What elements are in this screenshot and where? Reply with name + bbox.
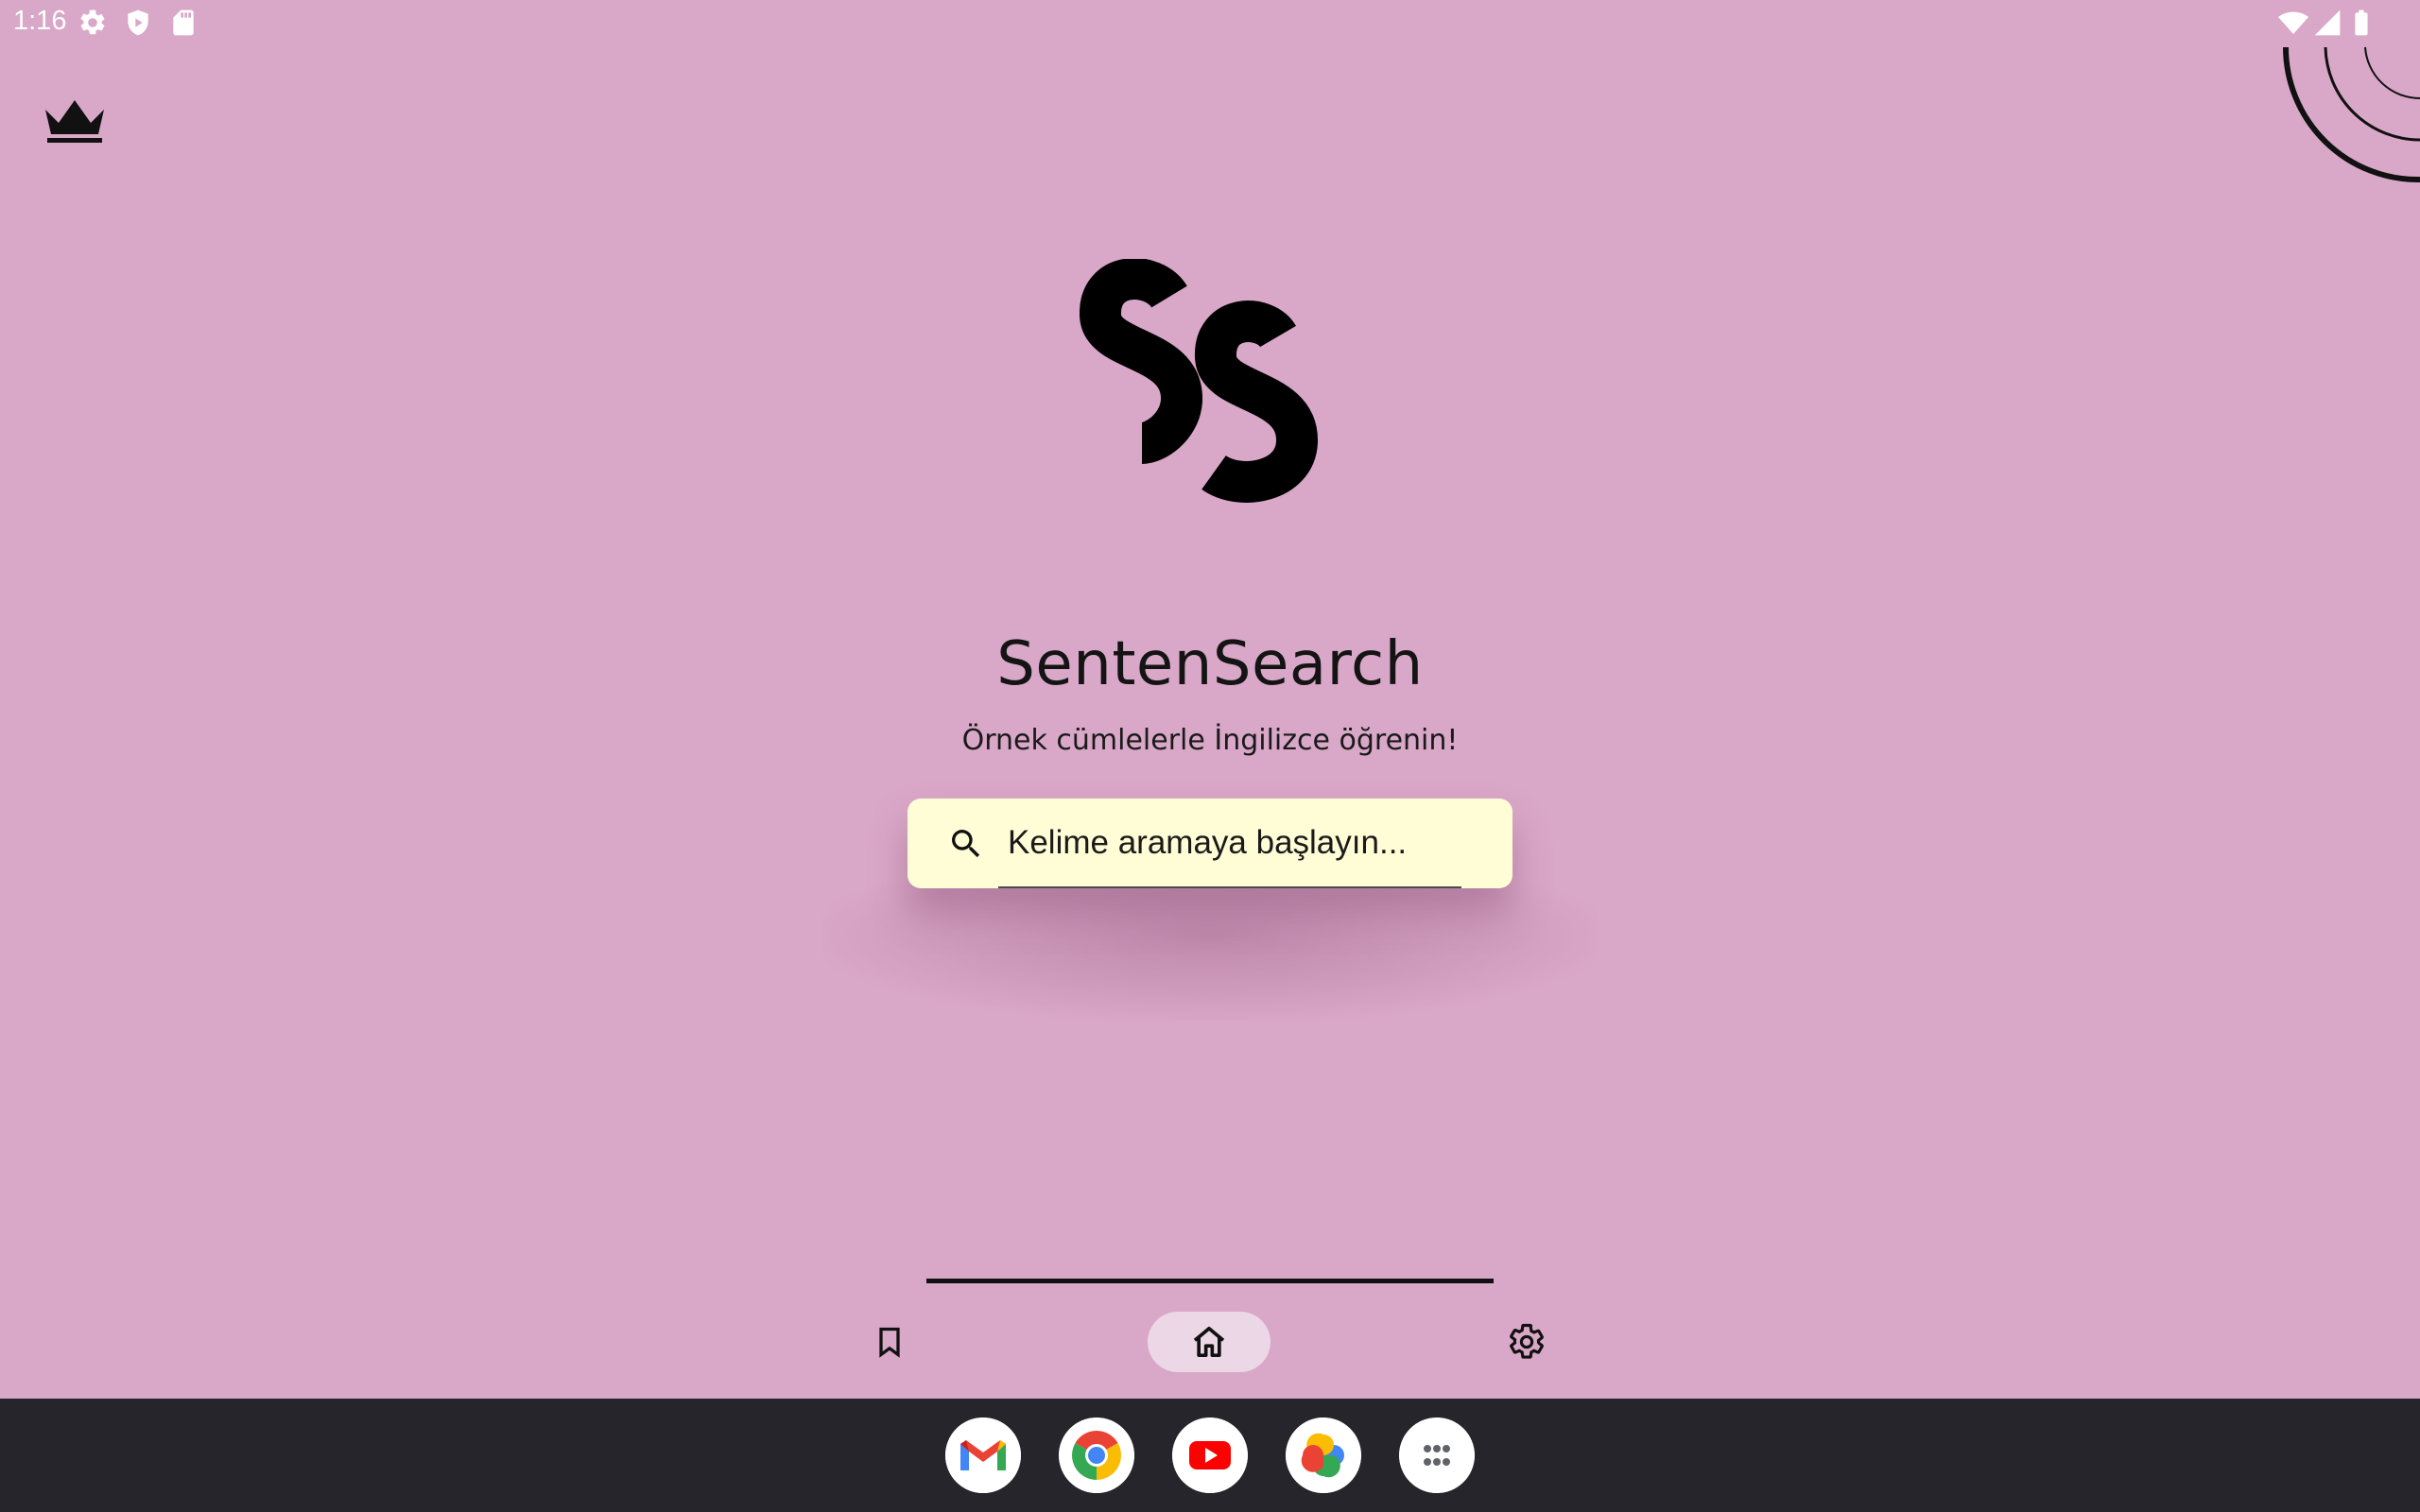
search-underline xyxy=(998,886,1461,888)
nav-bookmarks-button[interactable] xyxy=(866,1312,913,1372)
search-box[interactable] xyxy=(908,799,1512,888)
shield-play-icon xyxy=(123,8,153,38)
nav-settings-button[interactable] xyxy=(1503,1312,1550,1372)
settings-icon xyxy=(78,8,108,38)
gmail-icon[interactable] xyxy=(945,1418,1021,1493)
app-drawer-icon[interactable] xyxy=(1399,1418,1475,1493)
decorative-arcs xyxy=(2278,0,2420,189)
search-input[interactable] xyxy=(998,816,1471,870)
youtube-icon[interactable] xyxy=(1172,1418,1248,1493)
bookmark-icon xyxy=(873,1323,907,1361)
app-screen: 1:16 SentenSearch Örnek cümlelerle İngil… xyxy=(0,0,2420,1512)
photos-icon[interactable] xyxy=(1286,1418,1361,1493)
status-bar: 1:16 xyxy=(0,0,2420,47)
app-subtitle: Örnek cümlelerle İngilizce öğrenin! xyxy=(961,724,1459,757)
app-title: SentenSearch xyxy=(996,629,1424,699)
status-time: 1:16 xyxy=(13,6,67,36)
home-icon xyxy=(1190,1323,1228,1361)
sd-card-icon xyxy=(168,8,199,38)
sentensearch-logo xyxy=(1080,259,1339,508)
nav-home-button[interactable] xyxy=(1148,1312,1270,1372)
crown-icon[interactable] xyxy=(42,94,108,147)
search-icon xyxy=(947,825,985,863)
nav-indicator-line xyxy=(926,1279,1494,1283)
chrome-icon[interactable] xyxy=(1059,1418,1134,1493)
gear-icon xyxy=(1507,1322,1547,1362)
